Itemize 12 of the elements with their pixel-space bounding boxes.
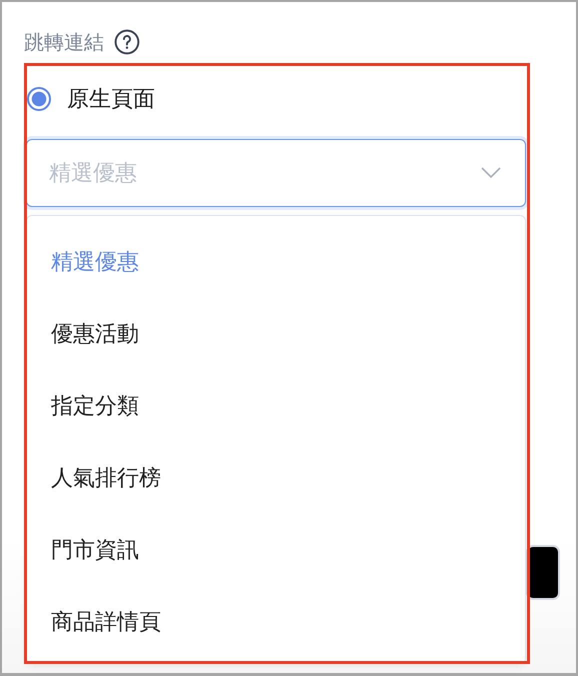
dropdown-option[interactable]: 商品詳情頁 (27, 587, 525, 659)
dropdown-option[interactable]: 精選優惠 (27, 227, 525, 299)
field-label: 跳轉連結 (24, 28, 104, 56)
dropdown-option[interactable]: 門市資訊 (27, 515, 525, 587)
radio-label: 原生頁面 (67, 86, 155, 114)
button-edge[interactable] (526, 545, 560, 600)
chevron-down-icon (481, 167, 501, 179)
dropdown-option[interactable]: 指定分類 (27, 371, 525, 443)
dropdown-option[interactable]: 優惠活動 (27, 299, 525, 371)
dropdown-option[interactable]: 人氣排行榜 (27, 443, 525, 515)
radio-button[interactable] (27, 87, 51, 111)
help-icon[interactable] (114, 29, 140, 55)
